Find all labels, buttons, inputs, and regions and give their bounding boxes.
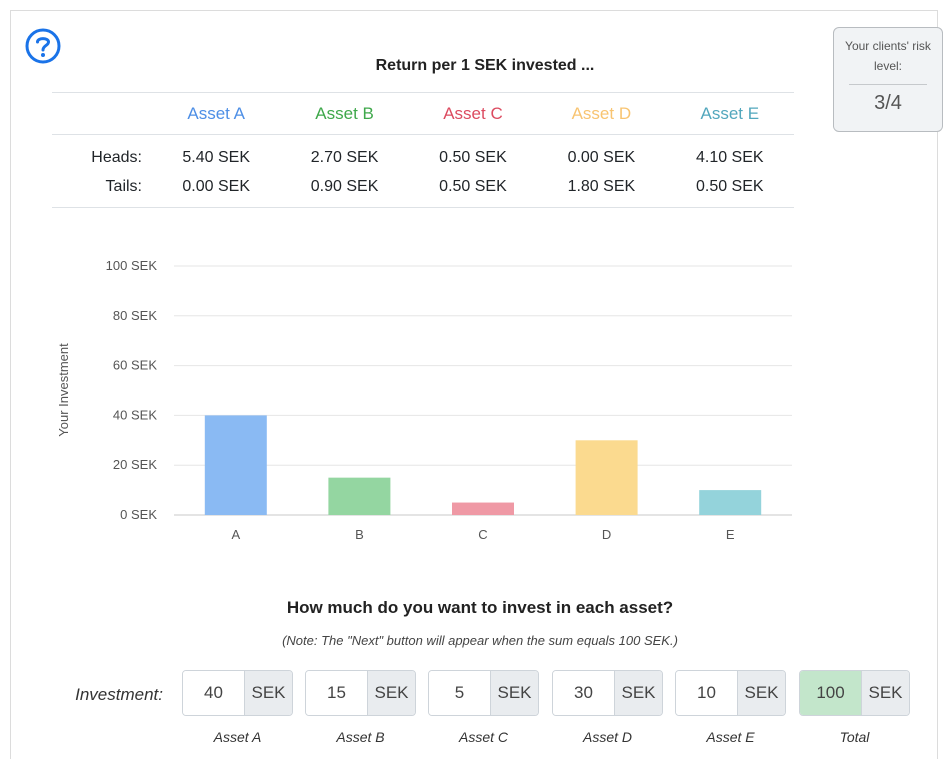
y-tick-label: 40 SEK [113,407,157,422]
y-tick-label: 100 SEK [106,258,158,273]
table-cell: 4.10 SEK [695,148,764,166]
asset-header-b: Asset B [280,92,409,135]
investment-input-a[interactable] [183,671,244,715]
investment-input-b[interactable] [306,671,367,715]
asset-header-e: Asset E [665,92,794,135]
x-tick-label: B [355,527,364,542]
caption-total: Total [839,729,870,745]
returns-title: Return per 1 SEK invested ... [375,57,595,74]
asset-header-c: Asset C [408,92,538,135]
question-title: How much do you want to invest in each a… [286,598,674,617]
investment-row-label: Investment: [75,685,163,704]
table-cell: 5.40 SEK [182,148,250,166]
investment-input-c[interactable] [429,671,490,715]
table-cell: 2.70 SEK [310,148,379,166]
row-label-heads: Heads: [91,148,142,166]
bar-b [328,477,391,515]
table-row-heads: Heads: 5.40 SEK 2.70 SEK 0.50 SEK 0.00 S… [52,135,794,173]
table-cell: 1.80 SEK [537,172,666,208]
question-note: (Note: The "Next" button will appear whe… [282,633,678,648]
risk-level-label: Your clients' risk level: [845,39,931,73]
unit-label: SEK [614,671,662,715]
caption-asset-d: Asset D [582,729,632,745]
investment-input-group-e: SEK [675,670,786,716]
table-cell: 0.90 SEK [280,172,409,208]
investment-input-group-b: SEK [305,670,416,716]
investment-input-e[interactable] [676,671,737,715]
row-label-tails: Tails: [52,172,152,208]
y-tick-label: 60 SEK [113,358,157,373]
table-cell: 0.50 SEK [665,172,794,208]
bar-a [204,415,267,515]
unit-label: SEK [861,671,909,715]
total-value: 100 [800,671,861,715]
returns-table: Asset A Asset B Asset C Asset D Asset E … [52,92,794,208]
investment-bar-chart: 0 SEK 20 SEK 40 SEK 60 SEK 80 SEK 100 SEK Your… [56,258,792,542]
y-axis-label: Your Investment [56,343,71,437]
table-cell: 0.50 SEK [408,172,538,208]
table-cell: 0.00 SEK [152,172,281,208]
question-circle-icon[interactable] [24,27,62,65]
y-tick-label: 0 SEK [120,507,157,522]
x-tick-label: A [231,527,240,542]
table-cell: 0.50 SEK [439,148,507,166]
x-tick-label: E [726,527,735,542]
investment-input-group-d: SEK [552,670,663,716]
x-tick-label: C [478,527,487,542]
asset-header-a: Asset A [152,92,281,135]
investment-input-group-c: SEK [428,670,539,716]
caption-asset-c: Asset C [458,729,508,745]
bar-e [699,490,762,515]
risk-level-value: 3/4 [874,92,902,114]
y-tick-label: 80 SEK [113,308,157,323]
risk-level-box: Your clients' risk level: 3/4 [833,27,943,132]
y-tick-label: 20 SEK [113,457,157,472]
table-row-tails: Tails: 0.00 SEK 0.90 SEK 0.50 SEK 1.80 S… [52,172,794,208]
table-cell: 0.00 SEK [567,148,636,166]
caption-asset-a: Asset A [213,729,262,745]
total-display: 100 SEK [799,670,910,716]
caption-asset-b: Asset B [336,729,385,745]
caption-asset-e: Asset E [706,729,755,745]
risk-divider [849,84,927,85]
bar-d [575,440,638,515]
unit-label: SEK [367,671,415,715]
x-tick-label: D [602,527,611,542]
unit-label: SEK [244,671,292,715]
investment-input-d[interactable] [553,671,614,715]
unit-label: SEK [737,671,785,715]
bar-c [452,502,514,515]
unit-label: SEK [490,671,538,715]
asset-header-d: Asset D [537,92,666,135]
investment-input-group-a: SEK [182,670,293,716]
